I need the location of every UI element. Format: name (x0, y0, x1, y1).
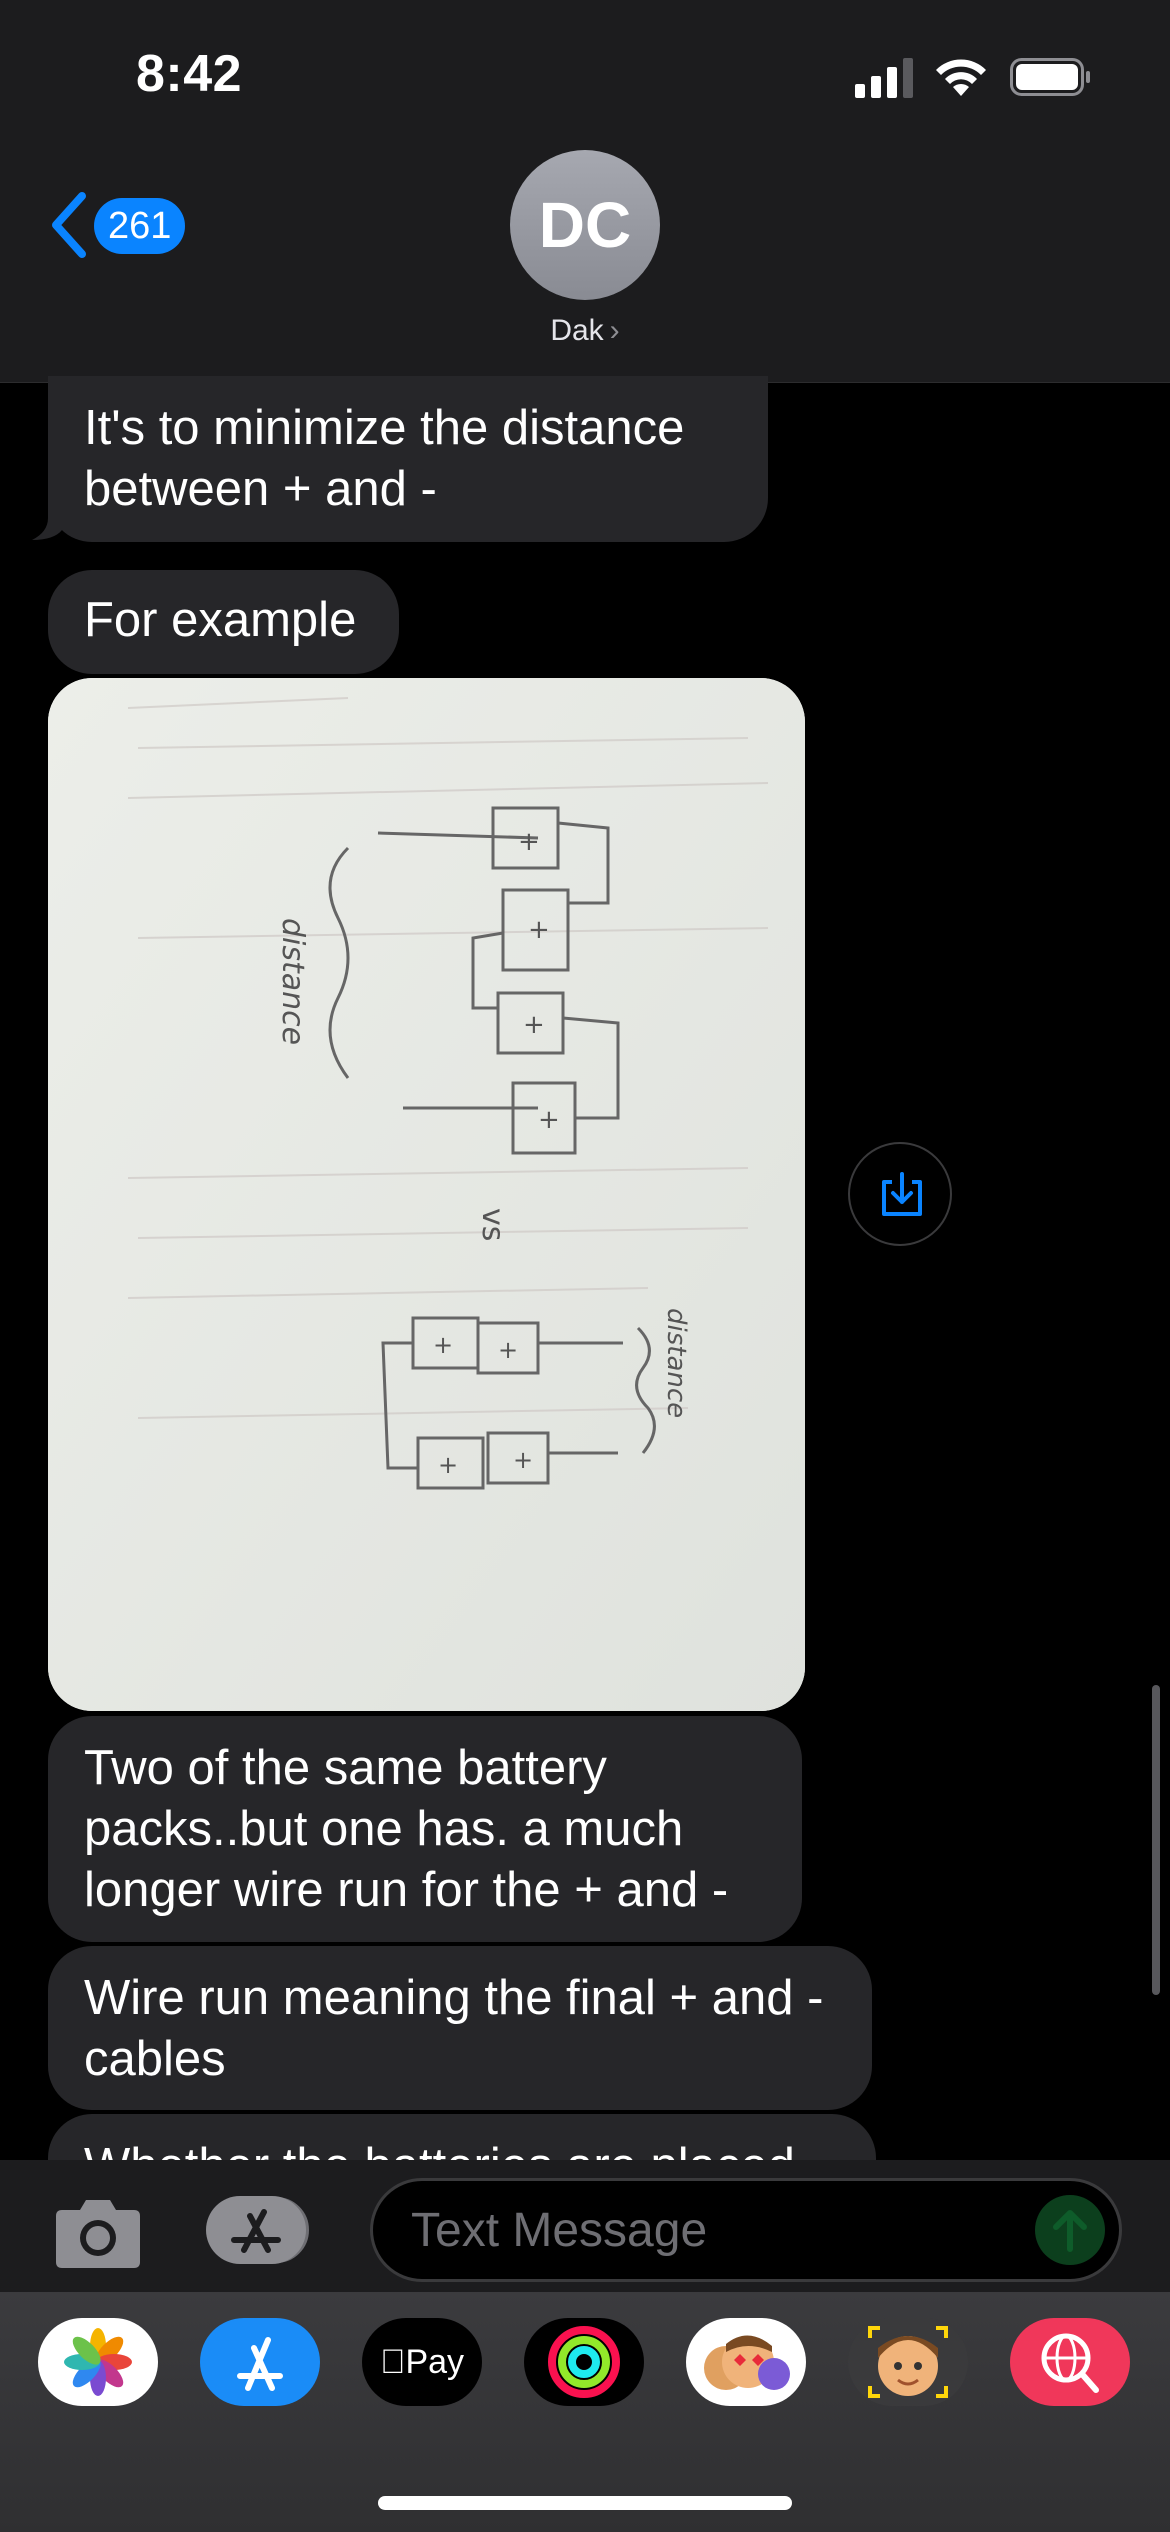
sketch-plus-mark: + (498, 1336, 518, 1364)
contact-avatar[interactable]: DC (510, 150, 660, 300)
status-time: 8:42 (136, 45, 243, 103)
message-text: For example (84, 593, 357, 647)
sketch-label-right: distance (661, 1308, 691, 1418)
message-bubble[interactable]: Wire run meaning the final + and - cable… (48, 1946, 872, 2110)
web-search-icon[interactable] (1010, 2318, 1130, 2406)
app-store-apps-icon[interactable] (206, 2196, 318, 2264)
app-store-icon[interactable] (200, 2318, 320, 2406)
home-indicator[interactable] (378, 2496, 792, 2510)
message-text: It's to minimize the distance between + … (84, 401, 685, 516)
sketch-plus-mark: + (513, 1446, 533, 1474)
compose-bar: Text Message (0, 2160, 1170, 2292)
back-chevron-icon[interactable] (48, 190, 88, 260)
sketch-label-mid: vs (475, 1208, 510, 1241)
memoji-icon[interactable] (848, 2318, 968, 2406)
photos-app-icon[interactable] (38, 2318, 158, 2406)
sketch-plus-mark: + (523, 1010, 545, 1040)
cellular-signal-icon (855, 58, 913, 98)
apple-logo-icon:  (380, 2343, 406, 2381)
message-text: Two of the same battery packs..but one h… (84, 1741, 729, 1917)
sketch-label-left: distance (275, 918, 310, 1045)
save-photo-button[interactable] (848, 1142, 952, 1246)
fitness-icon[interactable] (524, 2318, 644, 2406)
chevron-right-icon: › (609, 314, 620, 347)
memoji-stickers-icon[interactable] (686, 2318, 806, 2406)
message-input-placeholder: Text Message (411, 2204, 708, 2257)
download-icon (882, 1172, 922, 1216)
scrollbar[interactable] (1152, 1685, 1160, 1995)
message-bubble[interactable]: It's to minimize the distance between + … (48, 376, 768, 542)
apple-pay-icon[interactable]: Pay (362, 2318, 482, 2406)
battery-icon (1010, 58, 1090, 96)
sketch-plus-mark: + (528, 915, 550, 945)
unread-count-badge[interactable]: 261 (94, 198, 186, 254)
sketch-plus-mark: + (433, 1331, 453, 1359)
send-button[interactable] (1035, 2195, 1105, 2265)
arrow-up-icon (1053, 2210, 1087, 2252)
message-bubble[interactable]: For example (48, 570, 399, 674)
sketch-plus-mark: + (538, 1105, 560, 1135)
wifi-icon (936, 59, 986, 96)
contact-name-label: Dak (550, 314, 604, 347)
contact-name[interactable]: Dak › (0, 314, 1170, 348)
photo-attachment[interactable]: + + + + distance vs distance + + + + (48, 678, 805, 1711)
message-input[interactable]: Text Message (370, 2178, 1122, 2282)
camera-icon[interactable] (50, 2198, 146, 2270)
battery-sketch-image: + + + + distance vs distance + + + + (48, 678, 805, 1711)
bubble-tail (32, 490, 62, 540)
conversation-header: 8:42 261 DC Dak › (0, 0, 1170, 383)
sketch-plus-mark: + (438, 1451, 458, 1479)
message-text: Wire run meaning the final + and - cable… (84, 1971, 824, 2086)
apple-pay-label: Pay (392, 2343, 464, 2381)
sketch-plus-mark: + (518, 827, 540, 857)
message-bubble[interactable]: Two of the same battery packs..but one h… (48, 1716, 802, 1942)
